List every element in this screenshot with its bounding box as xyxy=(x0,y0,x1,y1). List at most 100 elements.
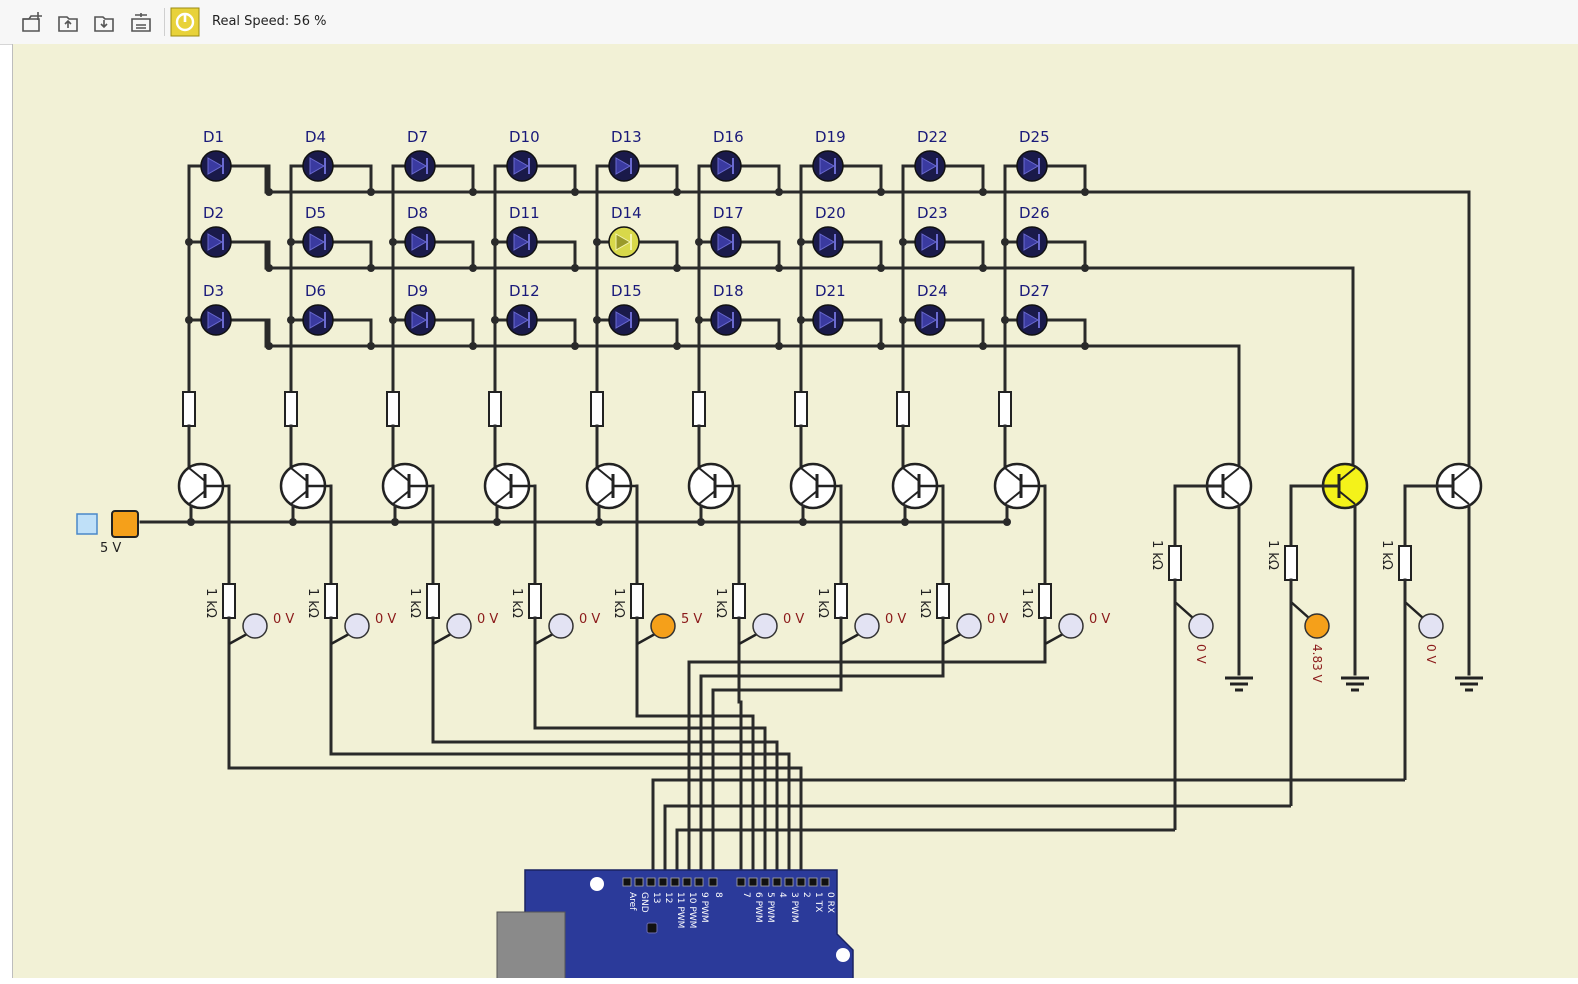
header-pin xyxy=(682,877,692,887)
led-label: D10 xyxy=(509,128,540,146)
column-resistor xyxy=(998,391,1012,427)
probe-lead xyxy=(942,632,962,646)
led-cathode-wire xyxy=(638,240,679,268)
led-label: D27 xyxy=(1019,282,1050,300)
led-cathode-wire xyxy=(434,164,475,192)
column-signal-wire xyxy=(737,650,743,880)
resistor-label: 1 kΩ xyxy=(305,588,320,618)
junction-dot xyxy=(287,316,295,324)
open-circuit-button[interactable] xyxy=(53,7,83,37)
open-folder-icon xyxy=(58,16,78,32)
column-resistor xyxy=(590,391,604,427)
junction-dot xyxy=(695,238,703,246)
circuit-settings-icon xyxy=(131,13,151,32)
header-pin-label: 11 PWM xyxy=(675,892,685,928)
led-cathode-wire xyxy=(638,318,679,346)
led-label: D22 xyxy=(917,128,948,146)
settings-button[interactable] xyxy=(126,7,156,37)
led-label: D18 xyxy=(713,282,744,300)
real-speed-label: Real Speed: 56 % xyxy=(212,14,327,29)
junction-dot xyxy=(1001,238,1009,246)
column-signal-wire xyxy=(227,650,803,880)
base-resistor xyxy=(1038,583,1052,619)
probe-lead xyxy=(840,632,860,646)
led-label: D17 xyxy=(713,204,744,222)
led-label: D8 xyxy=(407,204,428,222)
header-pin xyxy=(808,877,818,887)
power-icon xyxy=(170,7,200,37)
layer-bus-3 xyxy=(264,320,1241,470)
layer-bus-1 xyxy=(264,166,1471,470)
junction-dot xyxy=(593,316,601,324)
resistor-label: 1 kΩ xyxy=(815,588,830,618)
led-cathode-wire xyxy=(1046,240,1087,268)
header-pin xyxy=(646,877,656,887)
voltage-probe xyxy=(1058,613,1084,639)
resistor-label: 1 kΩ xyxy=(407,588,422,618)
base-resistor xyxy=(324,583,338,619)
save-circuit-button[interactable] xyxy=(89,7,119,37)
led-cathode-wire xyxy=(944,318,985,346)
led-label: D7 xyxy=(407,128,428,146)
save-folder-icon xyxy=(94,16,114,32)
resistor-label: 1 kΩ xyxy=(509,588,524,618)
header-pin-label: 2 xyxy=(801,892,811,898)
led-label: D6 xyxy=(305,282,326,300)
led-cathode-wire xyxy=(740,318,781,346)
junction-dot xyxy=(899,238,907,246)
layer-base-resistor xyxy=(1284,545,1298,581)
base-resistor xyxy=(732,583,746,619)
column-resistor xyxy=(488,391,502,427)
junction-dot xyxy=(797,238,805,246)
column-resistor xyxy=(284,391,298,427)
circuit-canvas[interactable]: D1 D4 D7 D10 D13 D16 D19 D22 D25 D2 D5 D8 D11 D14 D17 D… xyxy=(12,44,1578,978)
header-pin-label: 0 RX xyxy=(825,892,835,913)
probe-lead xyxy=(1174,601,1194,619)
led-cathode-wire xyxy=(740,164,781,192)
supply-toggle xyxy=(76,513,98,535)
header-pin-label: 9 PWM xyxy=(699,892,709,923)
led-label: D16 xyxy=(713,128,744,146)
header-pin-label: 7 xyxy=(741,892,751,898)
usb-connector xyxy=(496,911,566,978)
header-pin-label: 4 xyxy=(777,892,787,898)
power-button[interactable] xyxy=(170,7,200,37)
probe-voltage-label: 5 V xyxy=(681,612,702,627)
voltage-probe xyxy=(956,613,982,639)
header-pin-label: 3 PWM xyxy=(789,892,799,923)
circuit-schematic: D1 D4 D7 D10 D13 D16 D19 D22 D25 D2 D5 D8 D11 D14 D17 D… xyxy=(76,128,1483,978)
toolbar-separator xyxy=(164,8,165,36)
led-label: D1 xyxy=(203,128,224,146)
header-pin-label: 12 xyxy=(663,892,673,903)
led-cathode-wire xyxy=(230,318,271,346)
header-pin xyxy=(760,877,770,887)
led-label: D5 xyxy=(305,204,326,222)
led-label: D21 xyxy=(815,282,846,300)
header-pin xyxy=(658,877,668,887)
led-cathode-wire xyxy=(842,318,883,346)
led-cathode-wire xyxy=(1046,164,1087,192)
header-pin xyxy=(708,877,718,887)
probe-voltage-label: 0 V xyxy=(987,612,1008,627)
led-cathode-wire xyxy=(842,240,883,268)
junction-dot xyxy=(389,238,397,246)
voltage-probe xyxy=(446,613,472,639)
header-pin-label: 13 xyxy=(651,892,661,903)
led-label: D11 xyxy=(509,204,540,222)
probe-lead xyxy=(1044,632,1064,646)
led-cathode-wire xyxy=(842,164,883,192)
led-label: D19 xyxy=(815,128,846,146)
column-signal-wire xyxy=(329,650,791,880)
probe-lead xyxy=(432,632,452,646)
new-circuit-button[interactable] xyxy=(17,7,47,37)
led-cathode-wire xyxy=(638,164,679,192)
new-file-icon xyxy=(22,12,42,32)
led-cathode-wire xyxy=(740,240,781,268)
probe-lead xyxy=(738,632,758,646)
base-resistor xyxy=(426,583,440,619)
led-label: D3 xyxy=(203,282,224,300)
led-cathode-wire xyxy=(536,164,577,192)
voltage-probe xyxy=(854,613,880,639)
voltage-probe xyxy=(1304,613,1330,639)
probe-voltage-label: 0 V xyxy=(783,612,804,627)
